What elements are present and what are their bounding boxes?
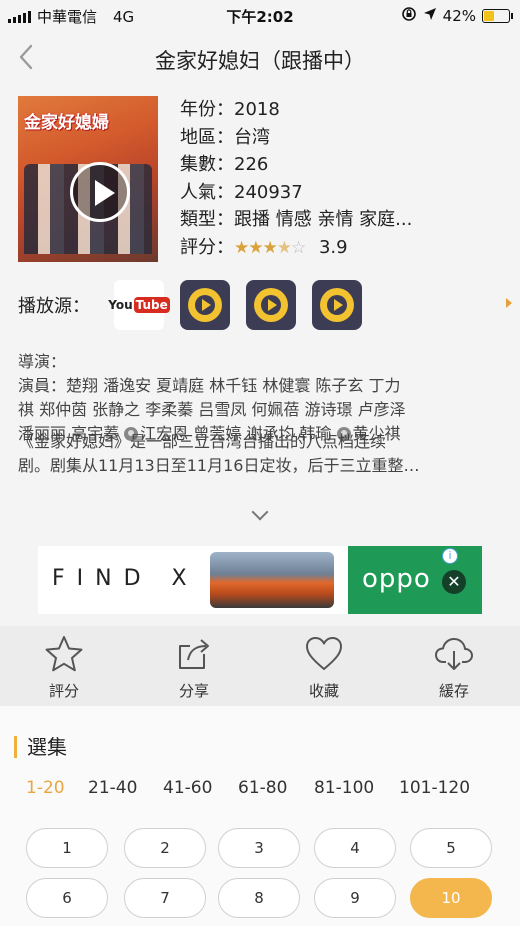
star-icon: ★ xyxy=(276,237,292,258)
cast-line-1: 演員：楚翔 潘逸安 夏靖庭 林千钰 林健寰 陈子玄 丁力 xyxy=(18,376,401,395)
status-bar: 中華電信 4G 下午2:02 42% xyxy=(0,0,520,30)
play-sources: 播放源： You Tube xyxy=(18,280,518,330)
episode-range-tab[interactable]: 101-120 xyxy=(399,778,470,798)
episode-range-tab[interactable]: 21-40 xyxy=(88,778,137,798)
rating-value: 3.9 xyxy=(318,236,348,258)
episode-range-tab[interactable]: 1-20 xyxy=(26,778,65,798)
expand-chevron-down-icon[interactable] xyxy=(250,506,270,526)
episode-button[interactable]: 1 xyxy=(26,828,108,868)
source-button-2[interactable] xyxy=(180,280,230,330)
star-icon xyxy=(45,636,83,672)
episode-button[interactable]: 7 xyxy=(124,878,206,918)
ad-findx-text: FIND X xyxy=(52,566,199,591)
battery-icon xyxy=(482,9,513,23)
favorite-label: 收藏 xyxy=(308,682,339,700)
cache-button[interactable]: 緩存 xyxy=(414,634,494,700)
info-popularity: 人氣：240937 xyxy=(180,181,303,203)
star-icon: ★ xyxy=(248,237,263,258)
source-button-4[interactable] xyxy=(312,280,362,330)
youtube-logo-icon: You Tube xyxy=(108,297,170,313)
episode-button[interactable]: 9 xyxy=(314,878,396,918)
episode-button[interactable]: 5 xyxy=(410,828,492,868)
episode-selector: 選集 1-20 21-40 41-60 61-80 81-100 101-120 1234… xyxy=(0,706,520,926)
episode-range-tabs: 1-20 21-40 41-60 61-80 81-100 101-120 xyxy=(26,778,520,802)
battery-percent: 42% xyxy=(442,7,476,25)
ad-info-icon[interactable]: i xyxy=(442,548,458,564)
location-icon xyxy=(423,7,437,25)
director-line: 導演： xyxy=(18,352,67,371)
poster-banner-text: 金家好媳婦 xyxy=(24,113,109,133)
ad-banner[interactable]: FIND X oppo i ✕ xyxy=(38,546,482,614)
nav-bar: 金家好媳妇（跟播中） xyxy=(0,30,520,88)
heart-icon xyxy=(306,637,342,670)
synopsis-line-1: 《金家好媳妇》是一部三立台湾台播出的八点档连续 xyxy=(18,432,387,451)
info-rating: 評分：★★★★☆ 3.9 xyxy=(180,234,510,262)
share-icon xyxy=(179,639,209,669)
scroll-right-arrow-icon[interactable] xyxy=(506,298,512,308)
episode-range-tab[interactable]: 61-80 xyxy=(238,778,287,798)
star-icon: ☆ xyxy=(291,237,306,258)
page-title: 金家好媳妇（跟播中） xyxy=(155,49,365,73)
episodes-title: 選集 xyxy=(14,736,67,758)
play-icon[interactable] xyxy=(70,162,130,222)
episode-button[interactable]: 2 xyxy=(124,828,206,868)
cache-label: 緩存 xyxy=(438,682,469,700)
synopsis: 《金家好媳妇》是一部三立台湾台播出的八点档连续 剧。剧集从11月13日至11月1… xyxy=(18,430,496,478)
episode-button[interactable]: 4 xyxy=(314,828,396,868)
info-episodes: 集數：226 xyxy=(180,154,269,175)
rate-label: 評分 xyxy=(48,682,79,700)
rotation-lock-icon xyxy=(401,6,417,26)
ad-close-icon[interactable]: ✕ xyxy=(442,570,466,594)
rate-button[interactable]: 評分 xyxy=(24,634,104,700)
source-button-3[interactable] xyxy=(246,280,296,330)
star-icon: ★ xyxy=(262,237,278,258)
episode-range-tab[interactable]: 41-60 xyxy=(163,778,212,798)
ad-car-image xyxy=(210,552,334,608)
episode-button[interactable]: 3 xyxy=(218,828,300,868)
rating-stars-icon: ★★★★☆ xyxy=(234,237,306,258)
poster-thumbnail[interactable]: 金家好媳婦 xyxy=(18,96,158,262)
info-region: 地區：台湾 xyxy=(180,126,270,148)
action-bar: 評分 分享 收藏 緩存 xyxy=(0,626,520,706)
info-genre: 類型：跟播 情感 亲情 家庭... xyxy=(180,209,413,230)
player-logo-icon xyxy=(188,288,222,322)
episode-button[interactable]: 6 xyxy=(26,878,108,918)
rating-label: 評分： xyxy=(180,236,234,258)
episode-button[interactable]: 8 xyxy=(218,878,300,918)
star-icon: ★ xyxy=(234,237,249,258)
synopsis-line-2: 剧。剧集从11月13日至11月16日定妆，后于三立重整… xyxy=(18,456,420,475)
player-logo-icon xyxy=(254,288,288,322)
sources-label: 播放源： xyxy=(18,296,90,317)
cloud-download-icon xyxy=(435,638,473,670)
share-button[interactable]: 分享 xyxy=(154,634,234,700)
cast-line-2: 祺 郑仲茵 张静之 李柔蓁 吕雪凤 何姵蓓 游诗璟 卢彦泽 xyxy=(18,400,406,419)
episode-button[interactable]: 10 xyxy=(410,878,492,918)
share-label: 分享 xyxy=(178,682,209,700)
player-logo-icon xyxy=(320,288,354,322)
battery-fill xyxy=(484,11,495,21)
info-year: 年份：2018 xyxy=(180,99,280,120)
status-right: 42% xyxy=(401,6,513,26)
favorite-button[interactable]: 收藏 xyxy=(284,634,364,700)
episode-range-tab[interactable]: 81-100 xyxy=(314,778,374,798)
show-info: 年份：2018 地區：台湾 集數：226 人氣：240937 類型：跟播 情感 … xyxy=(180,96,510,261)
youtube-source-button[interactable]: You Tube xyxy=(108,280,170,330)
